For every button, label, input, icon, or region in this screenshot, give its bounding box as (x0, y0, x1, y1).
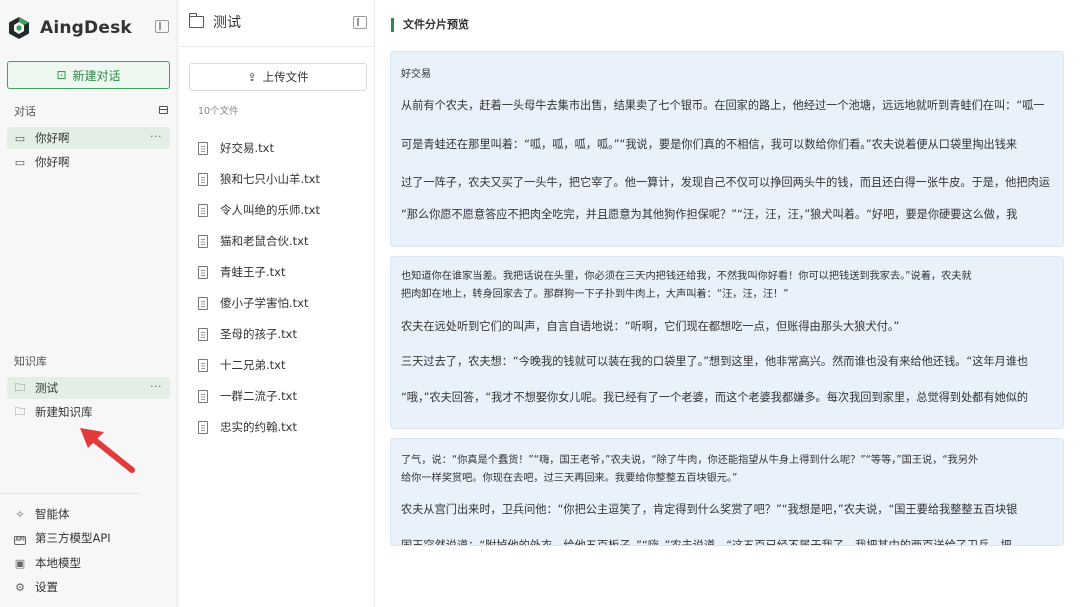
file-name: 令人叫绝的乐师.txt (220, 203, 320, 217)
sidebar-item-agent[interactable]: ✧ 智能体 (13, 506, 70, 522)
collapse-file-panel-icon[interactable] (353, 16, 367, 29)
folder-icon: 🗀 (14, 380, 26, 394)
chunk-card[interactable]: 好交易 从前有个农夫，赶着一头母牛去集市出售，结果卖了七个银币。在回家的路上，他… (390, 51, 1064, 247)
chunk-line: 农夫在远处听到它们的叫声，自言自语地说：“听啊，它们现在都想吃一点，但账得由那头… (401, 320, 900, 333)
file-name: 圣母的孩子.txt (220, 327, 297, 341)
document-icon (198, 327, 208, 341)
settings-icon: ⚙ (15, 580, 25, 594)
chat-item-label: 你好啊 (35, 131, 70, 145)
chunk-line: 了气，说：“你真是个蠢货！”“嗨，国王老爷，”农夫说，“除了牛肉，你还能指望从牛… (401, 455, 979, 466)
file-name: 猫和老鼠合伙.txt (220, 234, 309, 248)
chunk-card[interactable]: 也知道你在谁家当差。我把话说在头里，你必须在三天内把钱还给我，不然我叫你好看！你… (390, 256, 1064, 429)
sidebar-item-third-party-api[interactable]: API 第三方模型API (13, 530, 111, 546)
upload-label: 上传文件 (262, 70, 309, 84)
knowledge-base-title: 测试 (213, 15, 241, 31)
sidebar-item-label: 第三方模型API (35, 531, 111, 545)
chunk-line: 给你一样奖赏吧。你现在去吧，过三天再回来。我要给你整整五百块银元。” (401, 473, 738, 484)
chunk-line: 过了一阵子，农夫又买了一头牛，把它宰了。他一算计，发现自己不仅可以挣回两头牛的钱… (401, 176, 1050, 189)
new-chat-icon: ⊡ (56, 68, 67, 82)
file-item[interactable]: 青蛙王子.txt (198, 264, 285, 280)
sidebar-item-label: 智能体 (35, 507, 70, 521)
file-item[interactable]: 好交易.txt (198, 140, 274, 156)
file-name: 好交易.txt (220, 141, 274, 155)
upload-icon: ⇪ (247, 70, 257, 84)
red-arrow-annotation-icon (80, 428, 135, 473)
chat-item[interactable]: ▭ 你好啊 ··· (7, 127, 170, 149)
chunk-line: 农夫从宫门出来时，卫兵问他：“你把公主逗笑了，肯定得到什么奖赏了吧？”“我想是吧… (401, 503, 1018, 516)
header-divider (178, 46, 375, 47)
new-chat-button[interactable]: ⊡ 新建对话 (7, 61, 170, 89)
file-name: 一群二流子.txt (220, 389, 297, 403)
folder-add-icon: 🗀 (14, 404, 26, 418)
page-title: 文件分片预览 (391, 18, 469, 32)
document-icon (198, 172, 208, 186)
sidebar-divider (0, 493, 140, 494)
chat-bubble-icon: ▭ (14, 131, 26, 145)
chunk-line: 三天过去了，农夫想：“今晚我的钱就可以装在我的口袋里了。”想到这里，他非常高兴。… (401, 355, 1029, 368)
chunk-line: 也知道你在谁家当差。我把话说在头里，你必须在三天内把钱还给我，不然我叫你好看！你… (401, 271, 972, 282)
chunk-line: 从前有个农夫，赶着一头母牛去集市出售，结果卖了七个银币。在回家的路上，他经过一个… (401, 99, 1045, 112)
file-item[interactable]: 令人叫绝的乐师.txt (198, 202, 320, 218)
document-icon (198, 203, 208, 217)
chat-manage-icon[interactable] (159, 106, 168, 114)
file-item[interactable]: 忠实的约翰.txt (198, 419, 297, 435)
new-knowledge-base-label: 新建知识库 (35, 405, 93, 419)
file-name: 忠实的约翰.txt (220, 420, 297, 434)
file-item[interactable]: 傻小子学害怕.txt (198, 295, 308, 311)
chats-section-label: 对话 (14, 105, 36, 118)
chunk-line: 把肉卸在地上，转身回家去了。那群狗一下子扑到牛肉上，大声叫着：“汪，汪，汪！” (401, 289, 789, 300)
file-panel-header: 测试 (188, 12, 241, 32)
collapse-sidebar-icon[interactable] (155, 20, 169, 33)
chat-item-label: 你好啊 (35, 155, 70, 169)
file-panel: 测试 ⇪ 上传文件 10个文件 好交易.txt 狼和七只小山羊.txt 令人叫绝… (178, 0, 375, 607)
file-name: 十二兄弟.txt (220, 358, 286, 372)
chunk-line: “那么你愿不愿意答应不把肉全吃完，并且愿意为其他狗作担保呢？”“汪，汪，汪，”狼… (401, 208, 1018, 221)
sidebar-item-label: 本地模型 (35, 556, 81, 570)
more-options-icon[interactable]: ··· (150, 130, 162, 143)
sidebar: AingDesk ⊡ 新建对话 对话 ▭ 你好啊 ··· ▭ 你好啊 知识库 🗀… (0, 0, 178, 607)
folder-icon (188, 13, 204, 28)
aingdesk-logo-icon (9, 17, 29, 39)
app-logo: AingDesk (8, 16, 132, 40)
file-item[interactable]: 圣母的孩子.txt (198, 326, 297, 342)
chunk-line: 国王突然说道：“附掉他的外衣，给他五百板子。”“嗨，”农夫说道，“这五百已经不属… (401, 539, 1012, 546)
chunk-card[interactable]: 了气，说：“你真是个蠢货！”“嗨，国王老爷，”农夫说，“除了牛肉，你还能指望从牛… (390, 438, 1064, 546)
app-window: AingDesk ⊡ 新建对话 对话 ▭ 你好啊 ··· ▭ 你好啊 知识库 🗀… (0, 0, 1080, 607)
chat-item[interactable]: ▭ 你好啊 (7, 151, 170, 173)
file-name: 青蛙王子.txt (220, 265, 286, 279)
document-icon (198, 234, 208, 248)
document-icon (198, 389, 208, 403)
local-model-icon: ▣ (14, 556, 26, 570)
chunk-preview-panel: 文件分片预览 好交易 从前有个农夫，赶着一头母牛去集市出售，结果卖了七个银币。在… (375, 0, 1080, 607)
knowledge-base-section-label: 知识库 (14, 355, 47, 368)
chunk-line: 好交易 (401, 69, 431, 80)
knowledge-base-item[interactable]: 🗀 测试 ··· (7, 377, 170, 399)
sidebar-item-local-model[interactable]: ▣ 本地模型 (13, 555, 81, 571)
document-icon (198, 296, 208, 310)
upload-file-button[interactable]: ⇪ 上传文件 (189, 63, 367, 91)
chunk-line: “哦，”农夫回答，“我才不想娶你女儿呢。我已经有了一个老婆，而这个老婆我都嫌多。… (401, 391, 1029, 404)
sidebar-item-settings[interactable]: ⚙ 设置 (13, 579, 58, 595)
more-options-icon[interactable]: ··· (150, 380, 162, 393)
document-icon (198, 141, 208, 155)
chat-bubble-icon: ▭ (14, 155, 26, 169)
new-chat-label: 新建对话 (72, 68, 121, 83)
file-item[interactable]: 十二兄弟.txt (198, 357, 285, 373)
sidebar-item-label: 设置 (35, 580, 58, 594)
file-item[interactable]: 狼和七只小山羊.txt (198, 171, 320, 187)
agent-icon: ✧ (15, 507, 25, 521)
file-item[interactable]: 一群二流子.txt (198, 388, 297, 404)
file-count: 10个文件 (198, 106, 239, 117)
knowledge-base-label: 测试 (35, 381, 58, 395)
document-icon (198, 358, 208, 372)
file-item[interactable]: 猫和老鼠合伙.txt (198, 233, 308, 249)
document-icon (198, 420, 208, 434)
file-name: 狼和七只小山羊.txt (220, 172, 320, 186)
file-name: 傻小子学害怕.txt (220, 296, 309, 310)
app-name: AingDesk (40, 18, 132, 38)
chunk-line: 可是青蛙还在那里叫着：“呱，呱，呱，呱。”“我说，要是你们真的不相信，我可以数给… (401, 138, 1018, 151)
api-icon: API (14, 536, 26, 545)
document-icon (198, 265, 208, 279)
